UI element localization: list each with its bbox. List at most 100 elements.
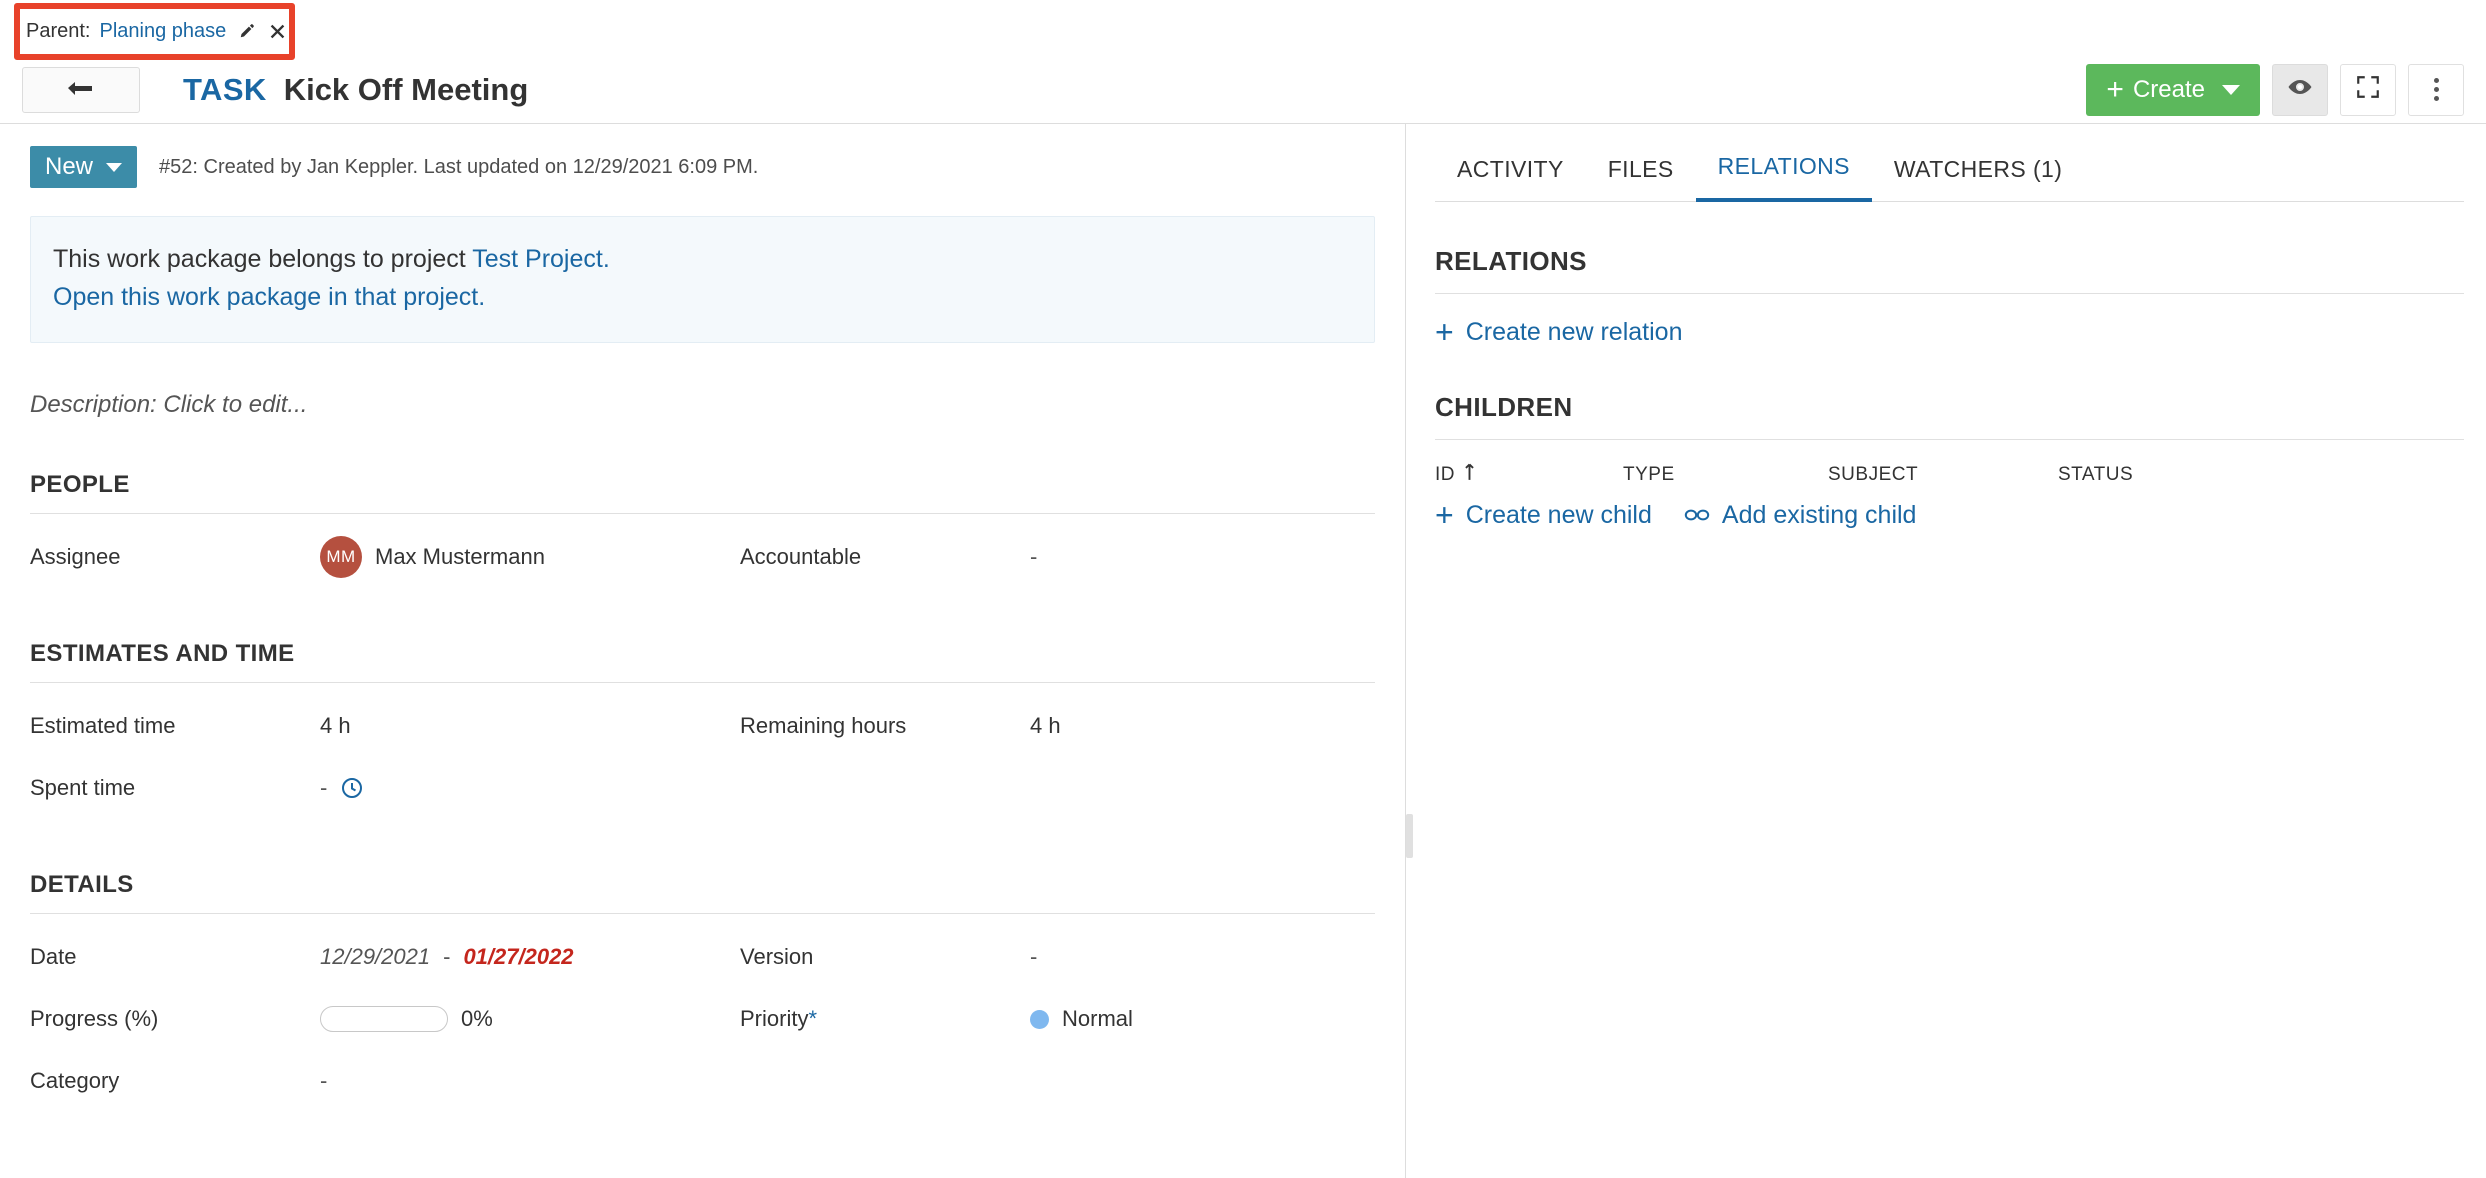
open-in-project-link[interactable]: Open this work package in that project.	[53, 283, 485, 311]
remaining-hours-value[interactable]: 4 h	[1030, 713, 1061, 739]
sort-ascending-icon	[1463, 462, 1476, 487]
more-vertical-icon	[2434, 78, 2439, 101]
create-new-relation-link[interactable]: + Create new relation	[1435, 316, 1682, 348]
spent-time-value[interactable]: -	[320, 775, 364, 801]
status-row: New #52: Created by Jan Keppler. Last up…	[30, 146, 1375, 188]
field-label: Spent time	[30, 775, 320, 801]
column-header-subject[interactable]: SUBJECT	[1828, 464, 2058, 486]
banner-prefix: This work package belongs to project	[53, 245, 472, 273]
parent-link[interactable]: Planing phase	[99, 20, 226, 43]
relations-section: RELATIONS + Create new relation	[1435, 246, 2464, 348]
people-fields: Assignee MM Max Mustermann Accountable -	[30, 526, 1375, 588]
plus-icon: +	[1435, 499, 1454, 531]
estimated-time-value[interactable]: 4 h	[320, 713, 351, 739]
field-label: Assignee	[30, 544, 320, 570]
work-package-subject[interactable]: Kick Off Meeting	[284, 72, 529, 108]
date-separator: -	[443, 944, 450, 970]
assignee-value[interactable]: MM Max Mustermann	[320, 536, 545, 578]
fullscreen-button[interactable]	[2340, 64, 2396, 116]
priority-dot-icon	[1030, 1010, 1049, 1029]
priority-value[interactable]: Normal	[1030, 1006, 1133, 1032]
field-label: Progress (%)	[30, 1006, 320, 1032]
fullscreen-icon	[2355, 74, 2381, 105]
field-label: Estimated time	[30, 713, 320, 739]
field-priority: Priority* Normal	[740, 1006, 1375, 1032]
project-link[interactable]: Test Project.	[472, 245, 610, 273]
field-spent-time: Spent time -	[30, 775, 740, 801]
children-actions: + Create new child Add existing child	[1435, 499, 2464, 531]
avatar: MM	[320, 536, 362, 578]
project-info-banner: This work package belongs to project Tes…	[30, 216, 1375, 343]
watch-button[interactable]	[2272, 64, 2328, 116]
category-value[interactable]: -	[320, 1068, 327, 1094]
version-value[interactable]: -	[1030, 944, 1037, 970]
section-people: PEOPLE Assignee MM Max Mustermann Accoun…	[30, 471, 1375, 588]
children-divider	[1435, 439, 2464, 440]
status-badge[interactable]: New	[30, 146, 137, 188]
field-label: Remaining hours	[740, 713, 1030, 739]
column-header-id[interactable]: ID	[1435, 462, 1623, 487]
parent-label: Parent:	[26, 20, 90, 43]
field-progress: Progress (%) 0%	[30, 1006, 740, 1032]
children-table-header: ID TYPE SUBJECT STATUS	[1435, 462, 2464, 487]
parent-breadcrumb: Parent: Planing phase	[26, 14, 288, 48]
column-header-type[interactable]: TYPE	[1623, 464, 1828, 486]
section-details: DETAILS Date 12/29/2021 - 01/27/2022 Ver…	[30, 871, 1375, 1112]
work-package-content: New #52: Created by Jan Keppler. Last up…	[0, 124, 2486, 1178]
plus-icon: +	[2106, 75, 2124, 105]
close-icon[interactable]	[266, 20, 288, 42]
description-field[interactable]: Description: Click to edit...	[30, 391, 1375, 419]
clock-icon[interactable]	[340, 776, 364, 800]
field-row: Spent time -	[30, 757, 1375, 819]
status-label: New	[45, 153, 93, 181]
column-header-status[interactable]: STATUS	[2058, 464, 2238, 486]
field-label: Version	[740, 944, 1030, 970]
field-remaining-hours: Remaining hours 4 h	[740, 713, 1375, 739]
progress-value[interactable]: 0%	[320, 1006, 493, 1032]
section-divider	[30, 913, 1375, 914]
field-date: Date 12/29/2021 - 01/27/2022	[30, 944, 740, 970]
create-button-label: Create	[2133, 76, 2205, 104]
pane-resize-handle[interactable]	[1406, 814, 1413, 858]
priority-label-text: Priority	[740, 1006, 808, 1031]
page-title: TASK Kick Off Meeting	[183, 72, 528, 108]
required-marker: *	[808, 1006, 817, 1031]
field-row: Assignee MM Max Mustermann Accountable -	[30, 526, 1375, 588]
add-existing-child-link[interactable]: Add existing child	[1684, 501, 1917, 530]
estimates-fields: Estimated time 4 h Remaining hours 4 h S…	[30, 695, 1375, 819]
toolbar-actions: + Create	[2086, 64, 2464, 116]
field-label: Date	[30, 944, 320, 970]
tab-relations[interactable]: RELATIONS	[1696, 153, 1872, 202]
tab-watchers[interactable]: WATCHERS (1)	[1872, 156, 2084, 201]
date-due: 01/27/2022	[463, 944, 573, 970]
tab-files[interactable]: FILES	[1586, 156, 1696, 201]
work-package-toolbar: TASK Kick Off Meeting + Create	[0, 56, 2486, 124]
accountable-value[interactable]: -	[1030, 544, 1037, 570]
field-row: Date 12/29/2021 - 01/27/2022 Version -	[30, 926, 1375, 988]
link-icon	[1684, 501, 1710, 530]
date-value[interactable]: 12/29/2021 - 01/27/2022	[320, 944, 574, 970]
back-arrow-icon	[66, 76, 96, 104]
back-button[interactable]	[22, 67, 140, 113]
field-accountable: Accountable -	[740, 544, 1375, 570]
section-estimates-and-time: ESTIMATES AND TIME Estimated time 4 h Re…	[30, 640, 1375, 819]
create-new-child-label: Create new child	[1466, 501, 1652, 530]
eye-icon	[2286, 77, 2314, 102]
work-package-tabs-pane: ACTIVITY FILES RELATIONS WATCHERS (1) RE…	[1413, 124, 2486, 1178]
tab-activity[interactable]: ACTIVITY	[1435, 156, 1586, 201]
section-title: PEOPLE	[30, 471, 1375, 499]
section-title: DETAILS	[30, 871, 1375, 899]
create-new-child-link[interactable]: + Create new child	[1435, 499, 1652, 531]
assignee-name: Max Mustermann	[375, 544, 545, 570]
create-button[interactable]: + Create	[2086, 64, 2260, 116]
banner-line-1: This work package belongs to project Tes…	[53, 240, 1352, 278]
children-title: CHILDREN	[1435, 392, 2464, 423]
progress-bar[interactable]	[320, 1006, 448, 1032]
more-menu-button[interactable]	[2408, 64, 2464, 116]
field-row: Estimated time 4 h Remaining hours 4 h	[30, 695, 1375, 757]
banner-line-2: Open this work package in that project.	[53, 278, 1352, 316]
relations-title: RELATIONS	[1435, 246, 2464, 277]
pencil-icon[interactable]	[235, 20, 257, 42]
work-package-details-pane: New #52: Created by Jan Keppler. Last up…	[0, 124, 1405, 1178]
column-label-id: ID	[1435, 464, 1455, 486]
